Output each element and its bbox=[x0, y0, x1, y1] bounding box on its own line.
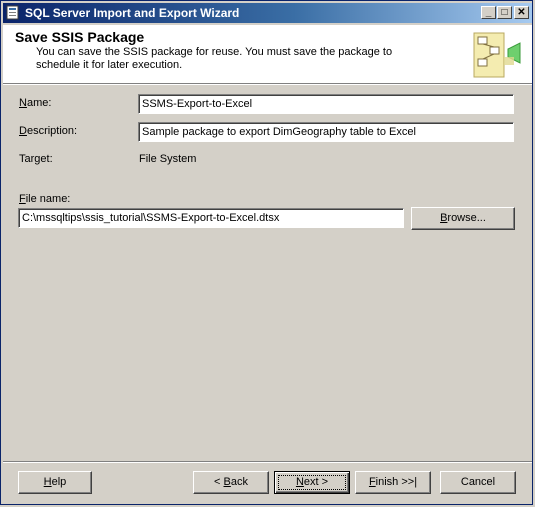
browse-button[interactable]: Browse... bbox=[411, 207, 515, 230]
close-icon: ✕ bbox=[517, 7, 526, 18]
page-description: You can save the SSIS package for reuse.… bbox=[36, 46, 393, 71]
wizard-header: Save SSIS Package You can save the SSIS … bbox=[3, 25, 532, 84]
window-title: SQL Server Import and Export Wizard bbox=[25, 6, 240, 20]
file-name-label: File name: bbox=[19, 193, 71, 205]
name-label: Name: bbox=[19, 97, 52, 109]
target-label: Target: bbox=[19, 153, 53, 165]
minimize-icon: _ bbox=[485, 7, 492, 18]
app-icon bbox=[6, 5, 19, 20]
description-label: Description: bbox=[19, 125, 78, 137]
maximize-icon: □ bbox=[501, 7, 508, 18]
close-button[interactable]: ✕ bbox=[514, 6, 529, 19]
wizard-window: SQL Server Import and Export Wizard _ □ … bbox=[0, 0, 533, 505]
maximize-button[interactable]: □ bbox=[497, 6, 512, 19]
finish-button[interactable]: Finish >>| bbox=[355, 471, 431, 494]
back-button[interactable]: < Back bbox=[193, 471, 269, 494]
package-flow-icon bbox=[473, 32, 521, 78]
description-input[interactable]: Sample package to export DimGeography ta… bbox=[138, 122, 514, 142]
page-title: Save SSIS Package bbox=[15, 29, 145, 45]
next-button[interactable]: Next > bbox=[274, 471, 350, 494]
footer-divider bbox=[3, 461, 532, 463]
name-input[interactable]: SSMS-Export-to-Excel bbox=[138, 94, 514, 114]
file-name-input[interactable]: C:\mssqltips\ssis_tutorial\SSMS-Export-t… bbox=[18, 208, 404, 228]
title-bar[interactable]: SQL Server Import and Export Wizard _ □ … bbox=[3, 3, 532, 23]
target-value: File System bbox=[139, 153, 197, 165]
help-button[interactable]: Help bbox=[18, 471, 92, 494]
cancel-button[interactable]: Cancel bbox=[440, 471, 516, 494]
header-divider bbox=[3, 84, 532, 85]
minimize-button[interactable]: _ bbox=[481, 6, 496, 19]
